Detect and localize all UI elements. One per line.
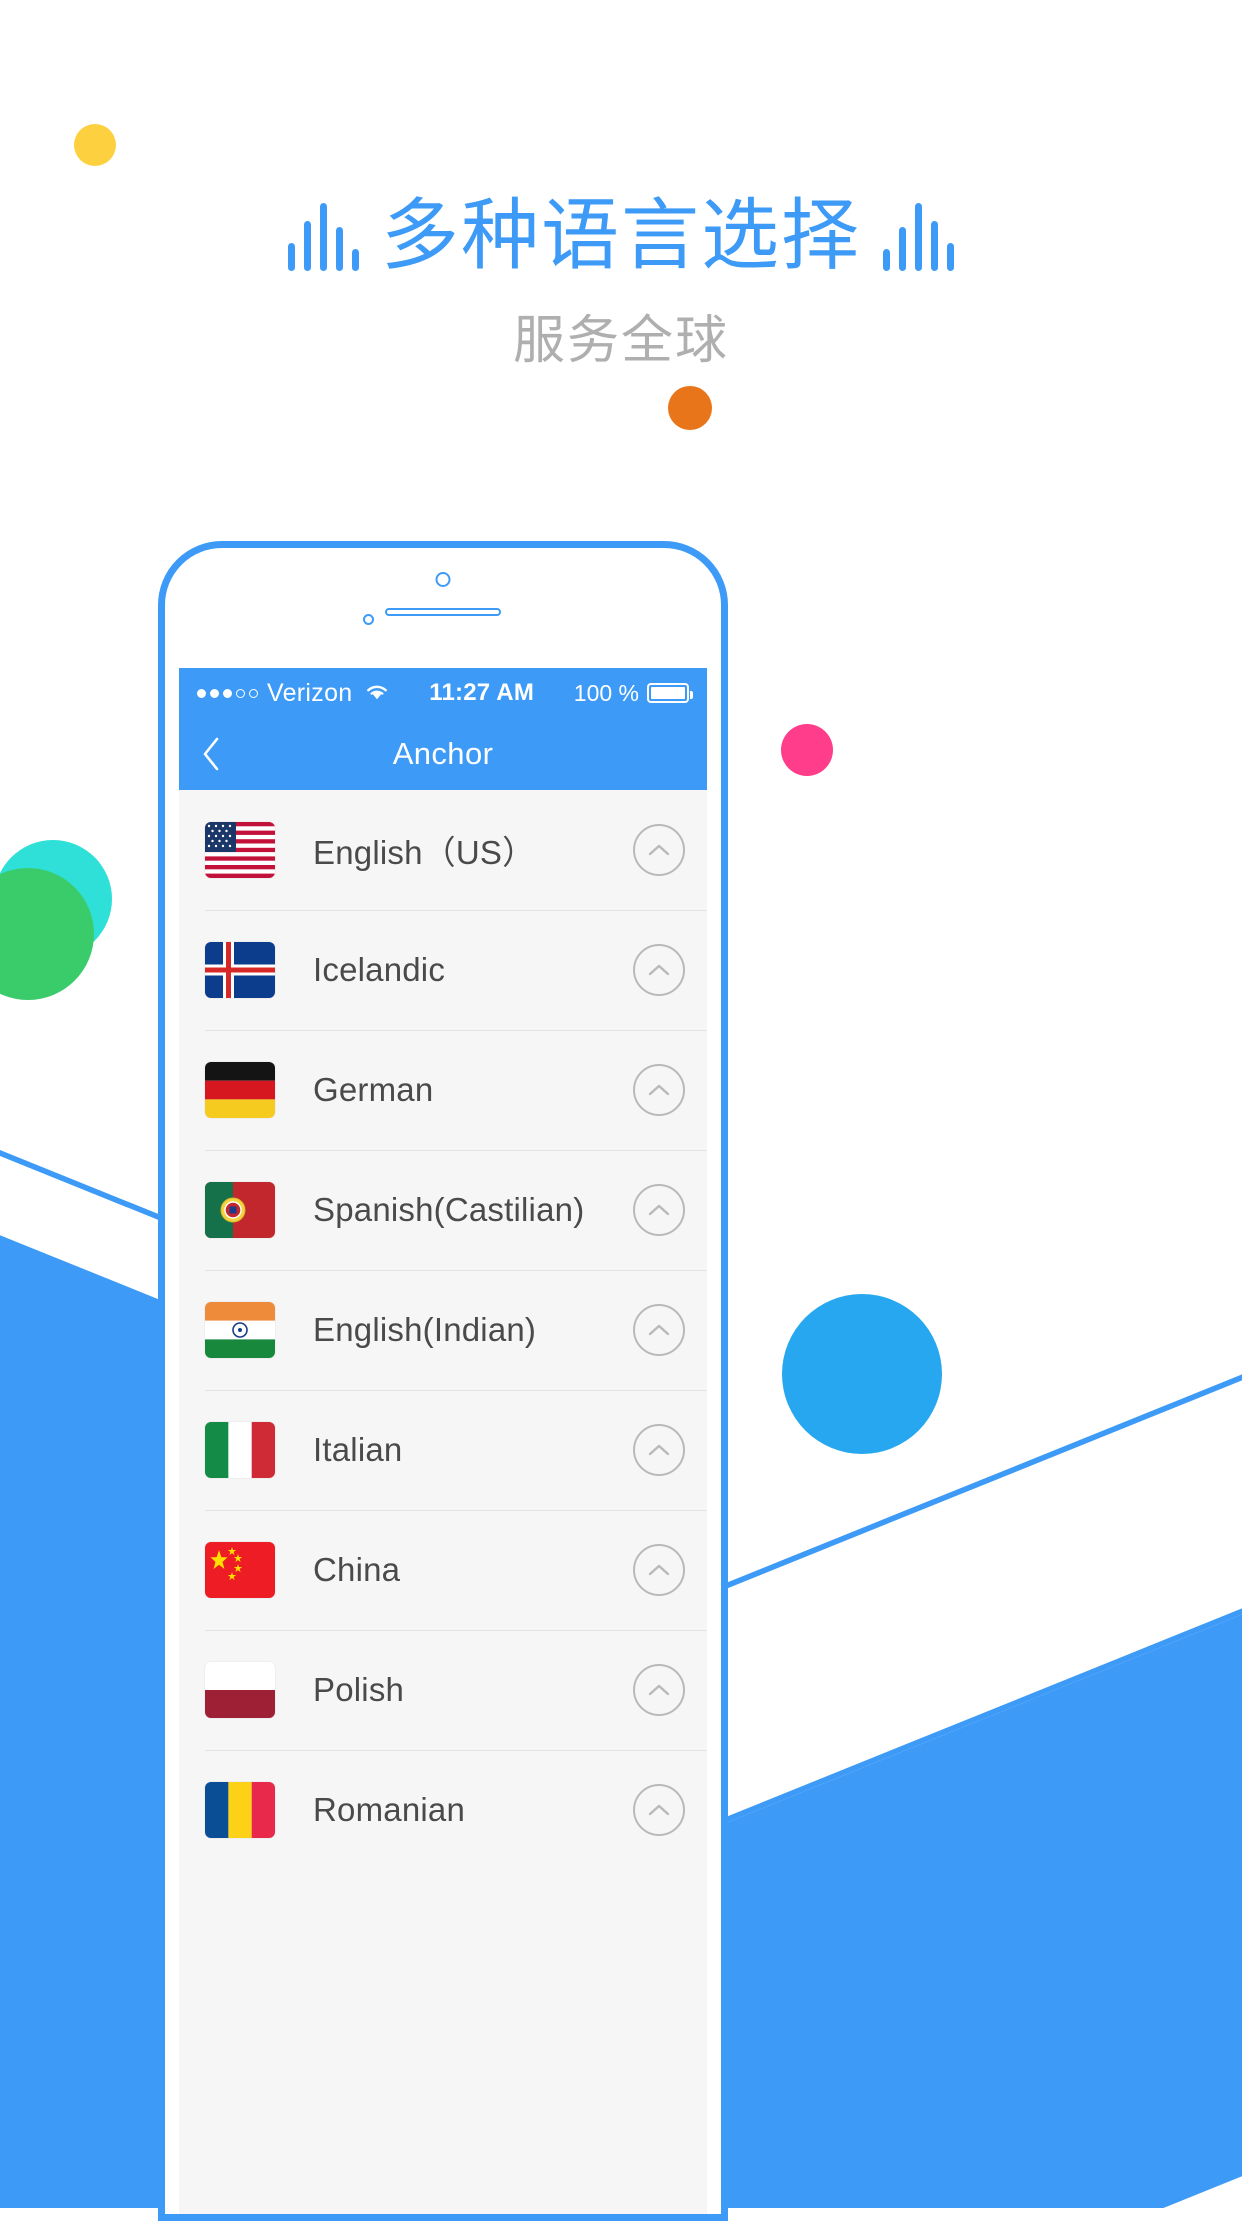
tickmarks-left-icon — [287, 199, 359, 271]
language-label: Italian — [313, 1431, 403, 1468]
nav-title: Anchor — [392, 736, 494, 771]
decor-dot-yellow — [74, 124, 116, 166]
chevron-up-circle-icon[interactable] — [633, 1304, 685, 1356]
list-item[interactable]: Spanish(Castilian) — [179, 1150, 707, 1270]
us-flag-icon — [205, 822, 275, 878]
chevron-up-circle-icon[interactable] — [633, 1424, 685, 1476]
back-button[interactable] — [179, 718, 243, 790]
portugal-flag-icon — [205, 1182, 275, 1238]
decor-dot-orange — [668, 386, 712, 430]
tickmarks-right-icon — [883, 199, 954, 271]
language-label: China — [313, 1551, 401, 1588]
earpiece-speaker — [385, 608, 501, 616]
front-camera-icon — [435, 572, 451, 587]
chevron-up-circle-icon[interactable] — [633, 1664, 685, 1716]
list-item[interactable]: English(Indian) — [179, 1270, 707, 1390]
language-list: English（US） Icelandic German Spanish(Cas… — [179, 790, 707, 1870]
status-bar-left: Verizon — [197, 679, 390, 708]
china-flag-icon — [205, 1542, 275, 1598]
language-label: English（US） — [313, 834, 536, 871]
language-label: Polish — [313, 1671, 405, 1708]
poland-flag-icon — [205, 1662, 275, 1718]
iceland-flag-icon — [205, 942, 275, 998]
nav-bar: Anchor — [179, 718, 707, 790]
phone-screen: Verizon 11:27 AM 100 % Anchor English（US… — [179, 668, 707, 2214]
list-item[interactable]: English（US） — [179, 790, 707, 910]
list-item[interactable]: Italian — [179, 1390, 707, 1510]
battery-percent-label: 100 % — [573, 679, 639, 706]
germany-flag-icon — [205, 1062, 275, 1118]
status-bar-clock: 11:27 AM — [429, 679, 535, 706]
language-label: English(Indian) — [313, 1311, 537, 1348]
status-bar: Verizon 11:27 AM 100 % — [179, 668, 707, 718]
page-subtitle: 服务全球 — [512, 312, 729, 370]
language-label: Romanian — [313, 1791, 466, 1828]
india-flag-icon — [205, 1302, 275, 1358]
chevron-up-circle-icon[interactable] — [633, 824, 685, 876]
language-label: Spanish(Castilian) — [313, 1191, 585, 1228]
phone-mockup: Verizon 11:27 AM 100 % Anchor English（US… — [158, 541, 728, 2221]
battery-full-icon — [647, 683, 693, 703]
chevron-up-circle-icon[interactable] — [633, 1064, 685, 1116]
sensor-dot-icon — [363, 614, 374, 625]
ribbon-left-solid — [0, 1130, 160, 2208]
romania-flag-icon — [205, 1782, 275, 1838]
chevron-left-icon — [201, 737, 221, 771]
wifi-icon — [364, 680, 390, 707]
list-item[interactable]: Polish — [179, 1630, 707, 1750]
hero-headline-row: 多种语言选择 — [0, 196, 1242, 274]
decor-dot-pink — [781, 724, 833, 776]
carrier-label: Verizon — [267, 678, 353, 707]
chevron-up-circle-icon[interactable] — [633, 1184, 685, 1236]
chevron-up-circle-icon[interactable] — [633, 1784, 685, 1836]
language-label: German — [313, 1071, 434, 1108]
status-bar-right: 100 % — [573, 679, 693, 707]
chevron-up-circle-icon[interactable] — [633, 1544, 685, 1596]
decor-dot-blue — [782, 1294, 942, 1454]
list-item[interactable]: China — [179, 1510, 707, 1630]
list-item[interactable]: Romanian — [179, 1750, 707, 1870]
list-item[interactable]: German — [179, 1030, 707, 1150]
chevron-up-circle-icon[interactable] — [633, 944, 685, 996]
italy-flag-icon — [205, 1422, 275, 1478]
signal-strength-icon — [197, 688, 258, 698]
phone-top-bezel — [165, 548, 721, 668]
list-item[interactable]: Icelandic — [179, 910, 707, 1030]
page-title: 多种语言选择 — [380, 191, 861, 279]
language-label: Icelandic — [313, 951, 446, 988]
